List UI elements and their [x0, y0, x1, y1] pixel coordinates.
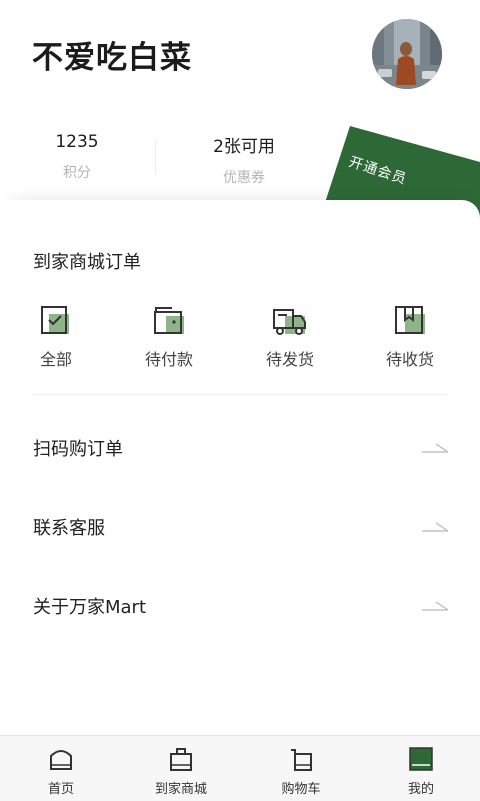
- menu-customer-service-label: 联系客服: [33, 518, 105, 539]
- points-value: 1235: [55, 132, 99, 152]
- menu-about-label: 关于万家Mart: [33, 597, 147, 618]
- profile-icon: [409, 747, 433, 771]
- orders-title: 到家商城订单: [33, 252, 141, 273]
- arrow-right-icon: [422, 443, 448, 453]
- order-pending-payment[interactable]: 待付款: [124, 304, 214, 370]
- username: 不爱吃白菜: [32, 40, 192, 76]
- tab-mall[interactable]: 到家商城: [141, 746, 221, 797]
- truck-icon: [273, 309, 306, 335]
- section-divider: [33, 394, 447, 395]
- menu-scan-orders[interactable]: 扫码购订单: [0, 423, 480, 473]
- home-icon: [50, 750, 72, 770]
- order-all[interactable]: 全部: [11, 304, 101, 370]
- order-pending-receipt-label: 待收货: [385, 350, 434, 369]
- coupons-value: 2张可用: [213, 137, 275, 157]
- all-orders-icon: [41, 306, 69, 334]
- arrow-right-icon: [422, 522, 448, 532]
- coupons-label: 优惠券: [223, 170, 265, 186]
- points-stat[interactable]: 1235 积分: [17, 132, 137, 182]
- order-pending-shipment-label: 待发货: [265, 350, 314, 369]
- order-all-label: 全部: [39, 350, 72, 369]
- menu-about[interactable]: 关于万家Mart: [0, 581, 480, 631]
- points-label: 积分: [63, 165, 91, 181]
- order-pending-payment-label: 待付款: [144, 350, 193, 369]
- tab-home[interactable]: 首页: [21, 746, 101, 797]
- coupons-stat[interactable]: 2张可用 优惠券: [184, 132, 304, 187]
- menu-scan-orders-label: 扫码购订单: [33, 439, 123, 460]
- tab-mall-label: 到家商城: [154, 782, 207, 797]
- order-pending-shipment[interactable]: 待发货: [245, 304, 335, 370]
- bottom-tab-bar: 首页 到家商城 购物车 我的: [0, 735, 480, 801]
- menu-customer-service[interactable]: 联系客服: [0, 502, 480, 552]
- arrow-right-icon: [422, 601, 448, 611]
- tab-cart[interactable]: 购物车: [261, 746, 341, 797]
- cart-icon: [291, 749, 312, 771]
- package-icon: [395, 306, 425, 334]
- shopping-bag-icon: [170, 748, 192, 771]
- tab-cart-label: 购物车: [281, 782, 321, 797]
- stats-divider: [155, 140, 156, 174]
- wallet-icon: [154, 307, 184, 334]
- tab-home-label: 首页: [47, 782, 74, 797]
- tab-profile[interactable]: 我的: [381, 746, 461, 797]
- avatar[interactable]: [372, 19, 442, 89]
- tab-profile-label: 我的: [407, 782, 434, 797]
- order-pending-receipt[interactable]: 待收货: [365, 304, 455, 370]
